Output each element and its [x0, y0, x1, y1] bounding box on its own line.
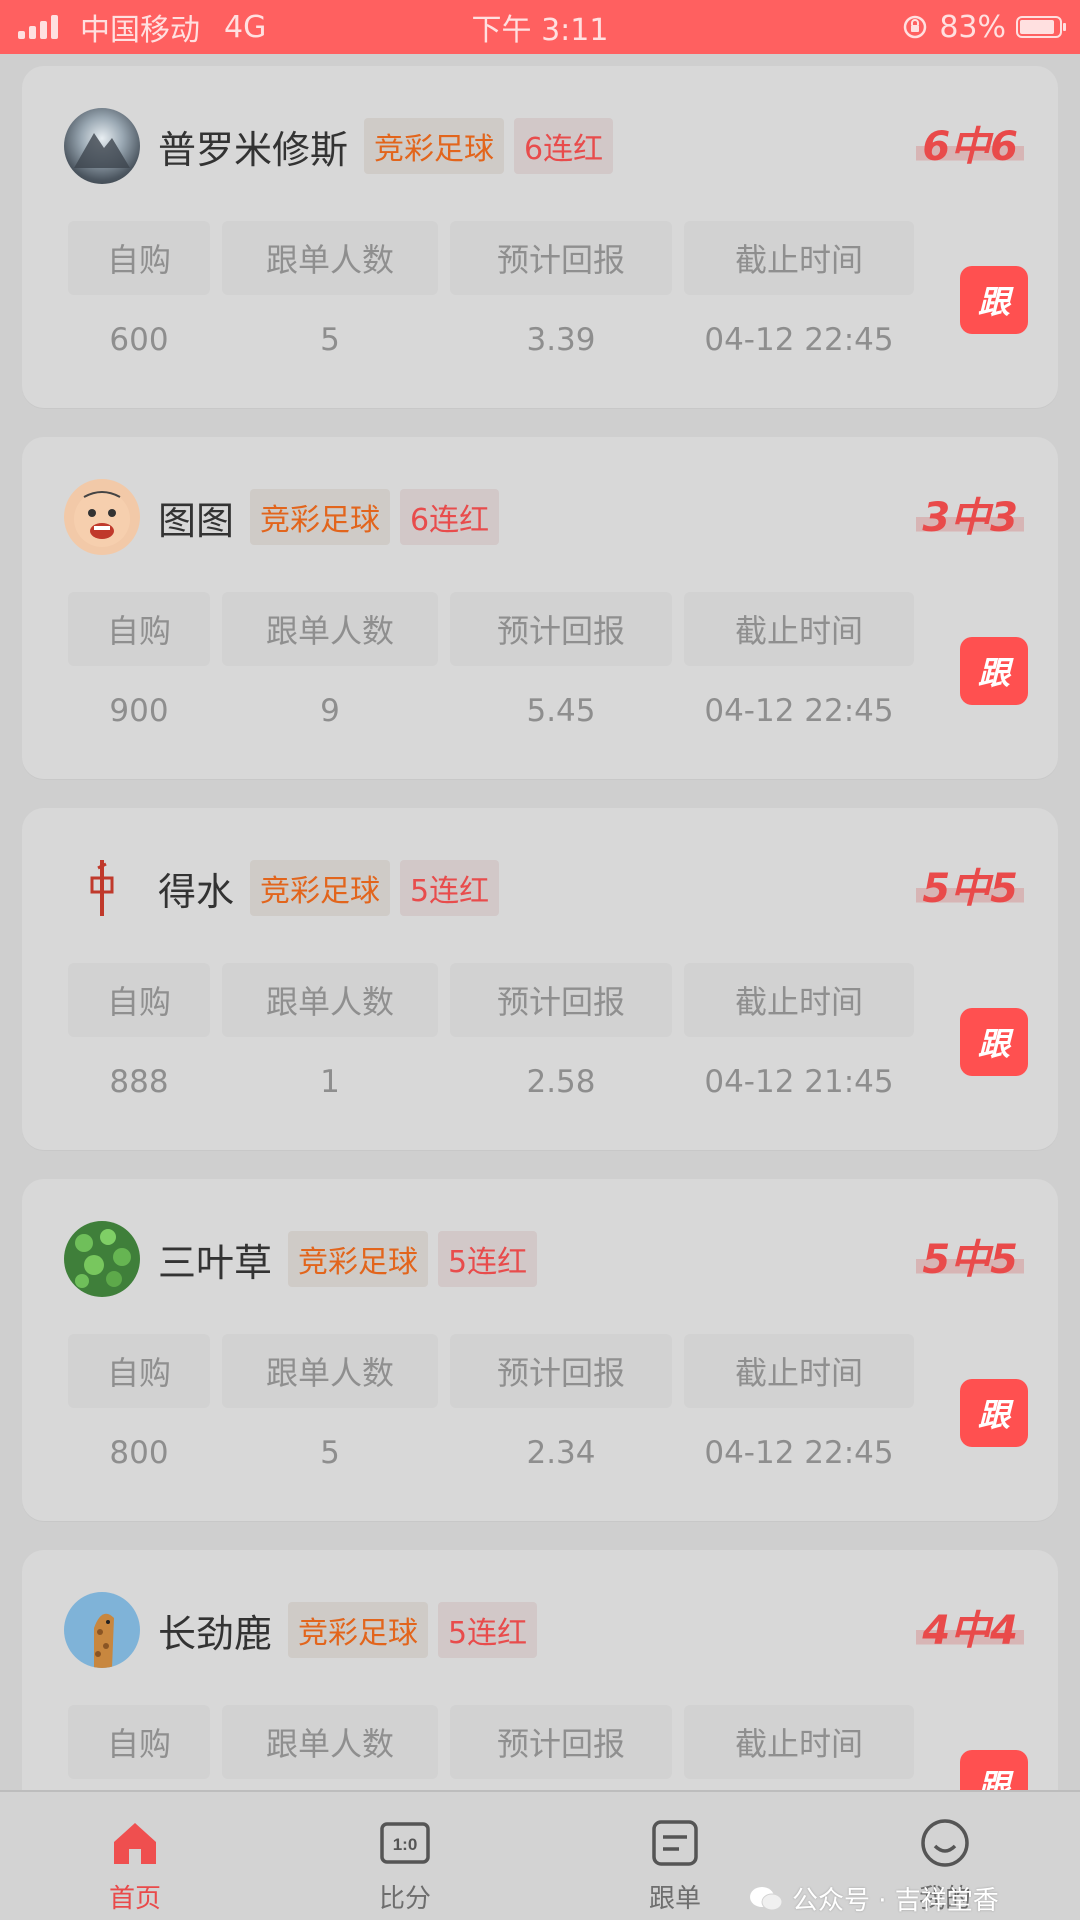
tipster-name[interactable]: 长劲鹿: [158, 1603, 272, 1658]
follow-button[interactable]: 跟: [960, 1008, 1028, 1076]
tab-score[interactable]: 1:0 比分: [305, 1792, 505, 1920]
scoreboard-icon-text: 1:0: [393, 1835, 418, 1854]
lottery-type-tag: 竞彩足球: [364, 118, 505, 174]
home-icon: [108, 1816, 162, 1870]
hit-rate-badge: 3中3: [916, 485, 1024, 543]
hit-rate-badge: 6中6: [916, 114, 1024, 172]
deadline-value: 04-12 22:45: [704, 693, 894, 729]
tipster-card[interactable]: 普罗米修斯 竞彩足球 6连红 6中6 自购 跟单人数 预计回报 截止时间 600…: [22, 66, 1058, 408]
mountain-landscape-avatar[interactable]: [64, 108, 140, 184]
header-followers: 跟单人数: [222, 1705, 438, 1779]
streak-tag: 5连红: [438, 1231, 538, 1287]
followers-value: 1: [320, 1064, 340, 1100]
stats-table: 自购 跟单人数 预计回报 截止时间 888 1 2.58 04-12 21:45: [68, 963, 944, 1127]
tab-follow-orders[interactable]: 跟单: [575, 1792, 775, 1920]
lottery-type-tag: 竞彩足球: [288, 1602, 429, 1658]
stats-table: 自购 跟单人数 预计回报 截止时间 600 5 3.39 04-12 22:45: [68, 221, 944, 385]
lottery-type-tag: 竞彩足球: [250, 489, 391, 545]
battery-percent: 83%: [939, 9, 1006, 45]
smiley-icon: [918, 1816, 972, 1870]
carrier-name: 中国移动: [80, 13, 200, 48]
streak-tag: 5连红: [438, 1602, 538, 1658]
hit-rate-badge: 5中5: [916, 1227, 1024, 1285]
tipster-name[interactable]: 得水: [158, 861, 234, 916]
header-followers: 跟单人数: [222, 1334, 438, 1408]
stats-table: 自购 跟单人数 预计回报 截止时间 800 5 2.34 04-12 22:45: [68, 1334, 944, 1498]
tab-home[interactable]: 首页: [35, 1792, 235, 1920]
hit-rate-badge: 5中5: [916, 856, 1024, 914]
streak-tag: 6连红: [400, 489, 500, 545]
header-deadline: 截止时间: [684, 221, 914, 295]
header-self-buy: 自购: [68, 1334, 210, 1408]
tab-mine[interactable]: 我的: [845, 1792, 1045, 1920]
tipster-name[interactable]: 图图: [158, 490, 234, 545]
header-followers: 跟单人数: [222, 963, 438, 1037]
tab-label: 比分: [378, 1884, 431, 1914]
self-buy-value: 900: [109, 693, 169, 729]
deadline-value: 04-12 22:45: [704, 1435, 894, 1471]
network-type: 4G: [224, 9, 267, 45]
stats-table: 自购 跟单人数 预计回报 截止时间 900 9 5.45 04-12 22:45: [68, 592, 944, 756]
signal-icon: [18, 15, 58, 39]
rotation-lock-icon: [904, 15, 927, 39]
header-expected-return: 预计回报: [450, 221, 672, 295]
header-self-buy: 自购: [68, 1705, 210, 1779]
streak-tag: 6连红: [514, 118, 614, 174]
followers-value: 5: [320, 322, 340, 358]
header-deadline: 截止时间: [684, 592, 914, 666]
tab-label: 我的: [918, 1884, 971, 1914]
clover-leaves-avatar[interactable]: [64, 1221, 140, 1297]
header-deadline: 截止时间: [684, 1705, 914, 1779]
self-buy-value: 888: [109, 1064, 169, 1100]
hit-rate-badge: 4中4: [916, 1598, 1024, 1656]
header-expected-return: 预计回报: [450, 1334, 672, 1408]
header-expected-return: 预计回报: [450, 592, 672, 666]
expected-return-value: 3.39: [526, 322, 596, 358]
bottom-tab-bar: 首页 1:0 比分 跟单 我的: [0, 1790, 1080, 1920]
follow-button[interactable]: 跟: [960, 1750, 1028, 1790]
self-buy-value: 800: [109, 1435, 169, 1471]
header-self-buy: 自购: [68, 592, 210, 666]
status-bar: 中国移动 4G 下午 3:11 83%: [0, 0, 1080, 54]
header-self-buy: 自购: [68, 963, 210, 1037]
follow-button[interactable]: 跟: [960, 266, 1028, 334]
tipster-name[interactable]: 普罗米修斯: [158, 119, 348, 174]
tipster-card[interactable]: 长劲鹿 竞彩足球 5连红 4中4 自购 跟单人数 预计回报 截止时间 跟: [22, 1550, 1058, 1790]
header-deadline: 截止时间: [684, 1334, 914, 1408]
self-buy-value: 600: [109, 322, 169, 358]
follow-button[interactable]: 跟: [960, 637, 1028, 705]
giraffe-avatar[interactable]: [64, 1592, 140, 1668]
red-calligraphy-avatar[interactable]: [64, 850, 140, 926]
expected-return-value: 5.45: [526, 693, 596, 729]
tipster-card[interactable]: 得水 竞彩足球 5连红 5中5 自购 跟单人数 预计回报 截止时间 888 1 …: [22, 808, 1058, 1150]
deadline-value: 04-12 21:45: [704, 1064, 894, 1100]
cartoon-boy-avatar[interactable]: [64, 479, 140, 555]
stats-table: 自购 跟单人数 预计回报 截止时间: [68, 1705, 944, 1779]
scoreboard-icon: 1:0: [378, 1816, 432, 1870]
document-icon: [648, 1816, 702, 1870]
header-expected-return: 预计回报: [450, 1705, 672, 1779]
header-expected-return: 预计回报: [450, 963, 672, 1037]
tipster-name[interactable]: 三叶草: [158, 1232, 272, 1287]
follow-button[interactable]: 跟: [960, 1379, 1028, 1447]
header-followers: 跟单人数: [222, 592, 438, 666]
tab-label: 跟单: [648, 1884, 701, 1914]
header-followers: 跟单人数: [222, 221, 438, 295]
lottery-type-tag: 竞彩足球: [250, 860, 391, 916]
deadline-value: 04-12 22:45: [704, 322, 894, 358]
tab-label: 首页: [108, 1884, 161, 1914]
tipster-card[interactable]: 三叶草 竞彩足球 5连红 5中5 自购 跟单人数 预计回报 截止时间 800 5…: [22, 1179, 1058, 1521]
tipster-feed[interactable]: 普罗米修斯 竞彩足球 6连红 6中6 自购 跟单人数 预计回报 截止时间 600…: [0, 54, 1080, 1790]
battery-icon: [1016, 16, 1066, 38]
expected-return-value: 2.34: [526, 1435, 596, 1471]
followers-value: 9: [320, 693, 340, 729]
lottery-type-tag: 竞彩足球: [288, 1231, 429, 1287]
header-deadline: 截止时间: [684, 963, 914, 1037]
header-self-buy: 自购: [68, 221, 210, 295]
expected-return-value: 2.58: [526, 1064, 596, 1100]
followers-value: 5: [320, 1435, 340, 1471]
tipster-card[interactable]: 图图 竞彩足球 6连红 3中3 自购 跟单人数 预计回报 截止时间 900 9 …: [22, 437, 1058, 779]
streak-tag: 5连红: [400, 860, 500, 916]
